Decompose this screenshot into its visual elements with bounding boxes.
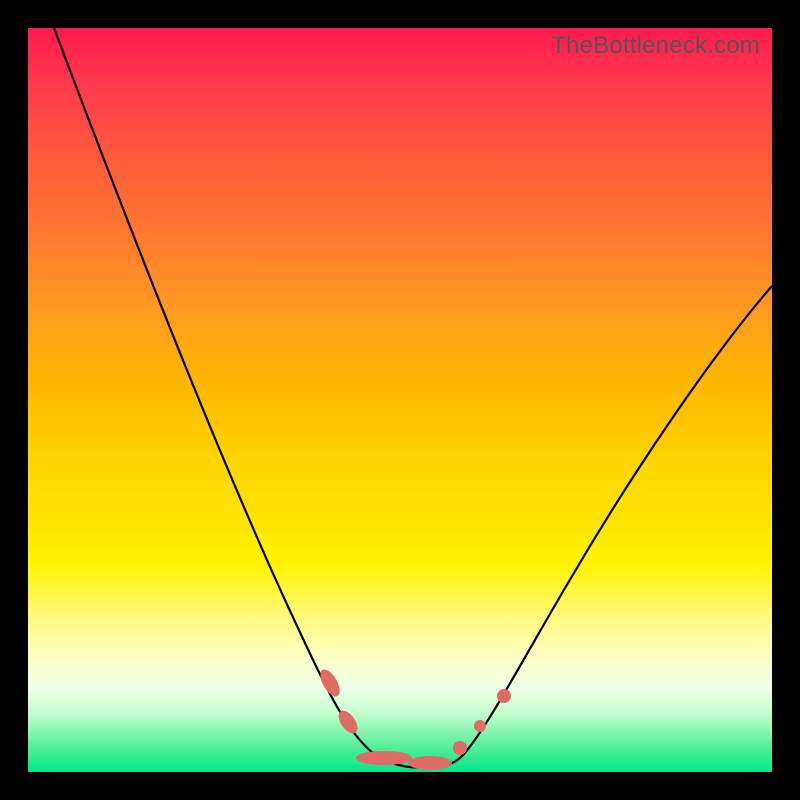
bottleneck-curve (54, 28, 772, 768)
marker-right-dot-2 (474, 720, 486, 732)
marker-trough-pill-2 (408, 756, 452, 770)
chart-frame: TheBottleneck.com (0, 0, 800, 800)
marker-trough-pill-1 (356, 751, 412, 765)
marker-right-dot-1 (453, 741, 467, 755)
plot-area: TheBottleneck.com (28, 28, 772, 772)
curve-svg (28, 28, 772, 772)
marker-group (316, 667, 511, 770)
marker-right-dot-3 (497, 689, 511, 703)
